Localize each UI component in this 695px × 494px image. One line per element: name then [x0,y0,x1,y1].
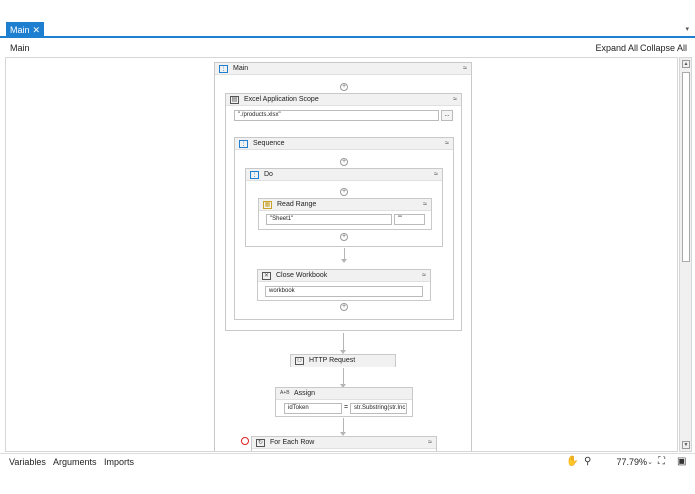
connector-arrow [341,259,347,263]
sequence-icon: ⋮ [239,140,248,148]
read-range[interactable]: ▦ Read Range ≈ "Sheet1" "" [258,198,432,230]
add-activity-icon[interactable]: + [340,233,348,241]
http-request-title: HTTP Request [309,357,356,364]
sequence-icon: ⋮ [250,171,259,179]
assign-value-field[interactable]: str.Substring(str.Inc [350,403,407,414]
add-activity-icon[interactable]: + [340,303,348,311]
http-icon: ⚇ [295,357,304,365]
close-book-icon: ✕ [262,272,271,280]
error-indicator-icon[interactable] [241,437,249,445]
close-icon[interactable]: ✕ [32,22,40,38]
excel-scope-header[interactable]: ▤ Excel Application Scope ≈ [226,94,461,106]
excel-icon: ▤ [230,96,239,104]
collapse-icon[interactable]: ≈ [445,138,449,150]
close-workbook-title: Close Workbook [276,272,328,279]
range-field[interactable]: "" [394,214,425,225]
zoom-level[interactable]: 77.79% [616,457,647,467]
expand-all-button[interactable]: Expand All [595,43,638,53]
bottom-bar: Variables Arguments Imports ✋ ⚲ 77.79% ⌄… [0,453,695,471]
equals-sign: = [344,404,349,411]
breadcrumb[interactable]: Main [10,43,30,53]
excel-application-scope[interactable]: ▤ Excel Application Scope ≈ "./products.… [225,93,462,331]
add-activity-icon[interactable]: + [340,188,348,196]
variables-tab[interactable]: Variables [9,457,46,467]
connector-line [343,368,344,385]
scroll-thumb[interactable] [682,72,690,262]
collapse-icon[interactable]: ≈ [422,270,426,282]
zoom-dropdown-icon[interactable]: ⌄ [647,458,653,466]
http-request-header[interactable]: ⚇ HTTP Request [291,355,395,367]
for-each-row-title: For Each Row [270,439,315,446]
do-header[interactable]: ⋮ Do ≈ [246,169,442,181]
collapse-icon[interactable]: ≈ [434,169,438,181]
tab-strip: Main ✕ ▾ [0,22,695,38]
browse-button[interactable]: ... [441,110,453,121]
workbook-field[interactable]: workbook [265,286,423,297]
close-workbook-header[interactable]: ✕ Close Workbook ≈ [258,270,430,282]
for-each-row-header[interactable]: ↻ For Each Row ≈ [252,437,436,449]
hand-pan-icon[interactable]: ✋ [566,456,578,467]
scroll-up-icon[interactable]: ▲ [682,60,690,68]
main-title: Main [233,65,249,72]
main-sequence[interactable]: ⋮ Main ≈ + ▤ Excel Application Scope ≈ "… [214,62,472,451]
workbook-path-field[interactable]: "./products.xlsx" [234,110,439,121]
main-header[interactable]: ⋮ Main ≈ [215,63,471,75]
fit-screen-icon[interactable]: ⛶ [658,456,665,467]
collapse-icon[interactable]: ≈ [423,199,427,211]
collapse-icon[interactable]: ≈ [428,437,432,449]
read-range-title: Read Range [277,201,317,208]
sequence-title: Sequence [253,140,285,147]
loop-icon: ↻ [256,439,265,447]
assign-header[interactable]: A+B Assign [276,388,412,400]
connector-line [343,418,344,433]
scroll-down-icon[interactable]: ▼ [682,441,690,449]
collapse-icon[interactable]: ≈ [453,94,457,106]
assign-to-field[interactable]: idToken [284,403,342,414]
tab-main-label: Main [10,25,30,35]
footer-space [0,471,695,494]
close-workbook[interactable]: ✕ Close Workbook ≈ workbook [257,269,431,301]
imports-tab[interactable]: Imports [104,457,134,467]
assign-icon: A+B [280,390,290,396]
collapse-all-button[interactable]: Collapse All [640,43,687,53]
search-icon[interactable]: ⚲ [584,456,591,467]
sequence-icon: ⋮ [219,65,228,73]
assign-title: Assign [294,390,316,397]
arguments-tab[interactable]: Arguments [53,457,97,467]
vertical-scrollbar[interactable]: ▲ ▼ [679,57,692,452]
designer-canvas[interactable]: ⋮ Main ≈ + ▤ Excel Application Scope ≈ "… [5,57,678,452]
sequence-header[interactable]: ⋮ Sequence ≈ [235,138,453,150]
connector-line [343,333,344,351]
sequence[interactable]: ⋮ Sequence ≈ + ⋮ Do ≈ + ▦ Read Range ≈ "… [234,137,454,320]
excel-scope-title: Excel Application Scope [244,96,319,103]
add-activity-icon[interactable]: + [340,158,348,166]
do-sequence[interactable]: ⋮ Do ≈ + ▦ Read Range ≈ "Sheet1" "" + [245,168,443,247]
assign[interactable]: A+B Assign idToken = str.Substring(str.I… [275,387,413,417]
sheet-name-field[interactable]: "Sheet1" [266,214,392,225]
overview-icon[interactable]: ▣ [677,456,686,467]
tab-main[interactable]: Main ✕ [6,22,44,38]
read-range-header[interactable]: ▦ Read Range ≈ [259,199,431,211]
do-title: Do [264,171,273,178]
for-each-row[interactable]: ↻ For Each Row ≈ [251,436,437,451]
table-icon: ▦ [263,201,272,209]
http-request[interactable]: ⚇ HTTP Request [290,354,396,367]
add-activity-icon[interactable]: + [340,83,348,91]
collapse-icon[interactable]: ≈ [463,63,467,75]
tab-menu-icon[interactable]: ▾ [685,25,689,33]
